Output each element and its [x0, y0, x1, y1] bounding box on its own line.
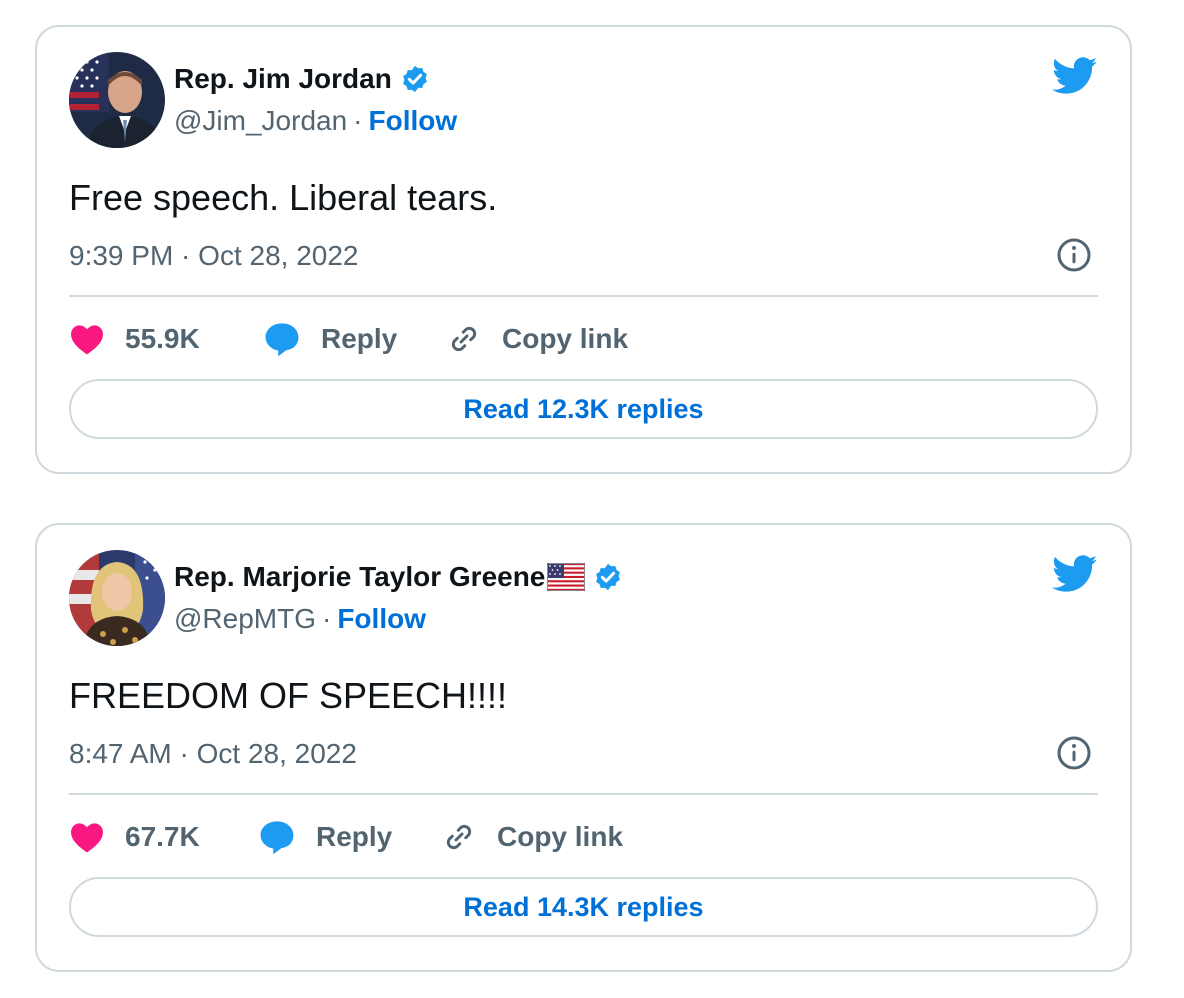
heart-icon	[69, 323, 105, 355]
twitter-bird-icon[interactable]	[1052, 57, 1098, 100]
copy-link-label: Copy link	[497, 821, 624, 852]
read-replies-button[interactable]: Read 12.3K replies	[69, 379, 1098, 439]
reply-label: Reply	[316, 821, 393, 852]
link-icon	[446, 321, 482, 357]
info-icon[interactable]	[1056, 237, 1092, 278]
separator-dot: ·	[322, 603, 332, 634]
read-replies-button[interactable]: Read 14.3K replies	[69, 877, 1098, 937]
link-icon	[441, 819, 477, 855]
follow-button[interactable]: Follow	[368, 105, 457, 136]
tweet-card-marjorie-taylor-greene: Rep. Marjorie Taylor Greene @RepMTG · Fo…	[35, 523, 1132, 972]
handle-row: @Jim_Jordan · Follow	[174, 105, 457, 137]
reply-button[interactable]: Reply	[258, 819, 441, 855]
author-name-row[interactable]: Rep. Jim Jordan	[174, 63, 430, 95]
author-name[interactable]: Rep. Jim Jordan	[174, 63, 392, 95]
us-flag-icon	[547, 563, 586, 591]
reply-label: Reply	[321, 323, 398, 354]
info-icon[interactable]	[1056, 735, 1092, 776]
like-button[interactable]: 67.7K	[69, 821, 258, 853]
tweet-card-jim-jordan: Rep. Jim Jordan @Jim_Jordan · Follow Free …	[35, 25, 1132, 474]
speech-bubble-icon	[258, 819, 296, 855]
reply-button[interactable]: Reply	[263, 321, 446, 357]
avatar[interactable]	[69, 52, 165, 148]
author-name[interactable]: Rep. Marjorie Taylor Greene	[174, 561, 545, 593]
separator-dot: ·	[353, 105, 363, 136]
author-handle[interactable]: @RepMTG	[174, 603, 316, 634]
like-button[interactable]: 55.9K	[69, 323, 263, 355]
like-count: 55.9K	[125, 323, 200, 354]
heart-icon	[69, 821, 105, 853]
copy-link-button[interactable]: Copy link	[441, 819, 623, 855]
handle-row: @RepMTG · Follow	[174, 603, 426, 635]
tweet-text: Free speech. Liberal tears.	[69, 177, 498, 218]
author-name-row[interactable]: Rep. Marjorie Taylor Greene	[174, 561, 623, 593]
twitter-bird-icon[interactable]	[1052, 555, 1098, 598]
tweet-timestamp[interactable]: 9:39 PM · Oct 28, 2022	[69, 240, 359, 272]
verified-badge-icon	[400, 64, 430, 94]
author-handle[interactable]: @Jim_Jordan	[174, 105, 347, 136]
like-count: 67.7K	[125, 821, 200, 852]
tweet-text: FREEDOM OF SPEECH!!!!	[69, 675, 508, 716]
copy-link-button[interactable]: Copy link	[446, 321, 628, 357]
action-bar: 67.7K Reply Copy link	[69, 815, 623, 859]
divider	[69, 295, 1098, 297]
divider	[69, 793, 1098, 795]
verified-badge-icon	[593, 562, 623, 592]
follow-button[interactable]: Follow	[337, 603, 426, 634]
action-bar: 55.9K Reply Copy link	[69, 317, 628, 361]
tweet-timestamp[interactable]: 8:47 AM · Oct 28, 2022	[69, 738, 357, 770]
avatar[interactable]	[69, 550, 165, 646]
speech-bubble-icon	[263, 321, 301, 357]
copy-link-label: Copy link	[502, 323, 629, 354]
